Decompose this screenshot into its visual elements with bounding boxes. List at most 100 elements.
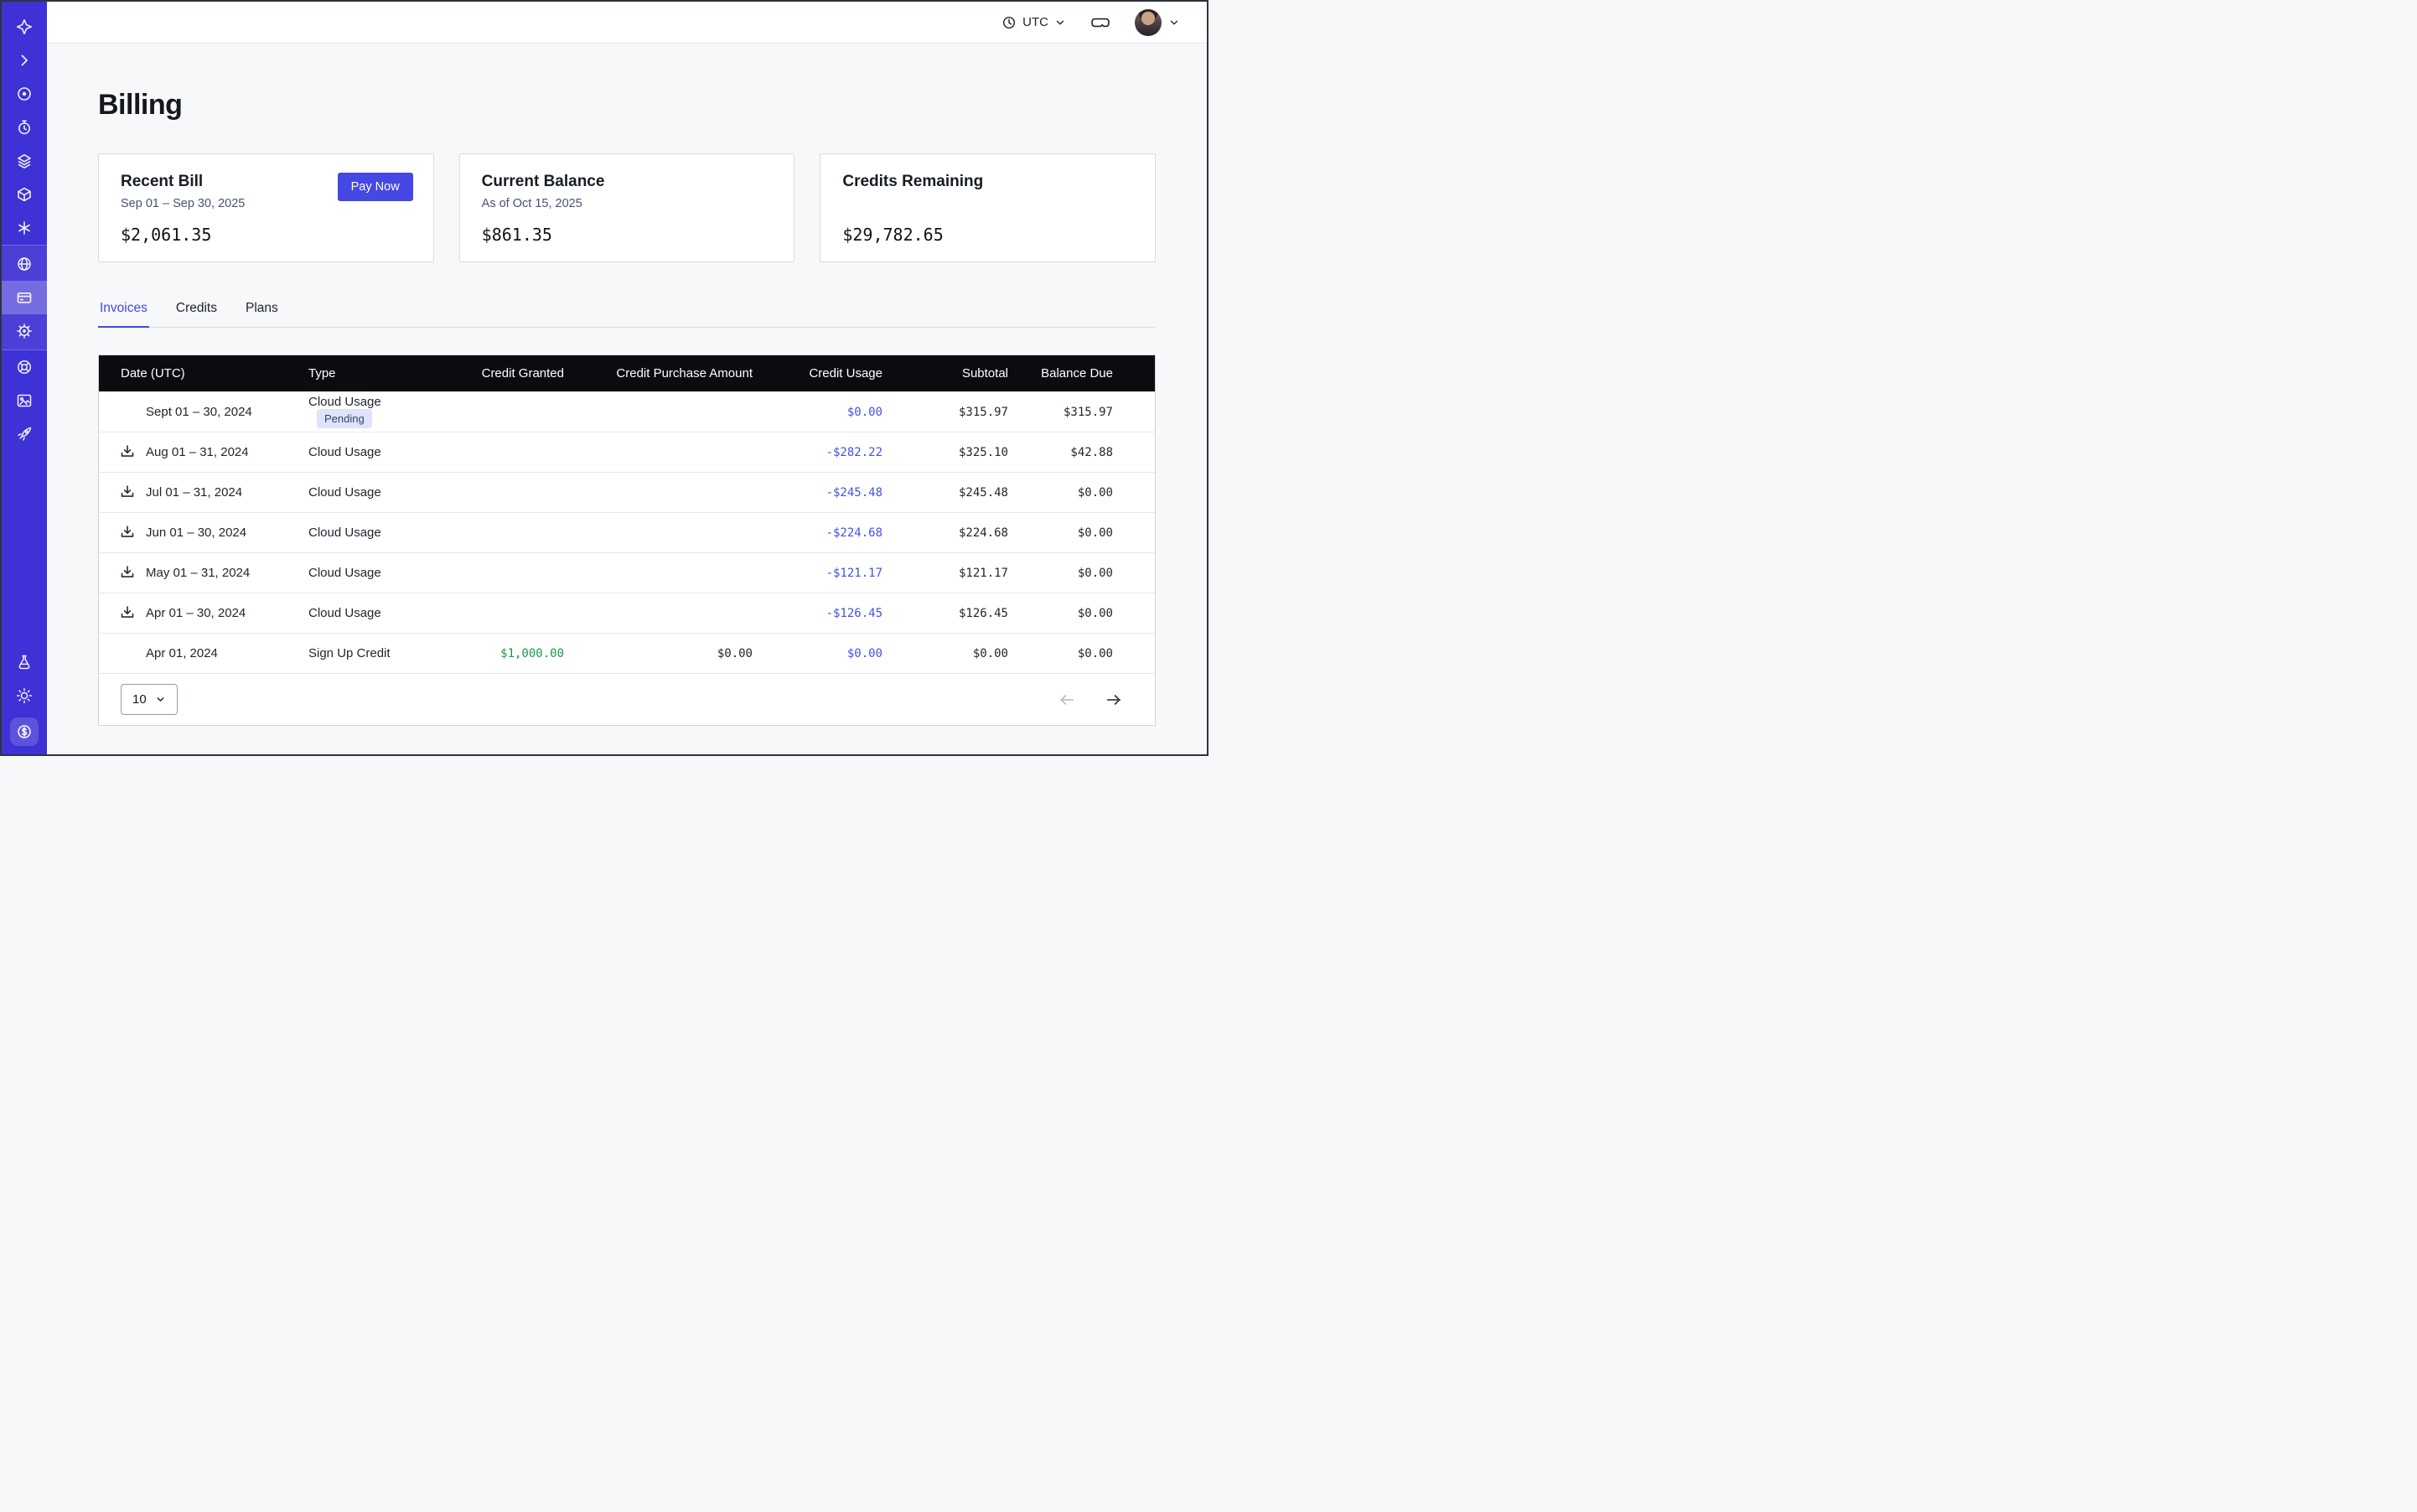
goggles-icon — [1091, 13, 1110, 32]
download-icon — [119, 484, 136, 500]
sidebar-spacer — [2, 451, 47, 645]
invoice-date: Apr 01, 2024 — [146, 646, 218, 660]
sidebar-item-launch[interactable] — [2, 417, 47, 451]
goggles-button[interactable] — [1091, 13, 1110, 32]
sidebar-item-globe[interactable] — [2, 247, 47, 281]
tab-credits[interactable]: Credits — [174, 296, 219, 328]
timezone-label: UTC — [1022, 15, 1048, 29]
column-header-type: Type — [308, 355, 434, 391]
subtotal-cell: $224.68 — [882, 512, 1008, 552]
invoice-date-cell: Apr 01, 2024 — [99, 633, 308, 673]
credit-usage-cell: $0.00 — [753, 633, 882, 673]
recent-bill-card: Recent Bill Sep 01 – Sep 30, 2025 $2,061… — [98, 153, 434, 262]
subtotal-cell: $0.00 — [882, 633, 1008, 673]
invoice-type: Cloud Usage — [308, 395, 381, 409]
sidebar-item-theme[interactable] — [2, 679, 47, 712]
sidebar-item-support[interactable] — [2, 350, 47, 384]
invoice-type-cell: Cloud Usage — [308, 552, 434, 593]
invoice-date: Jun 01 – 30, 2024 — [146, 526, 246, 540]
download-invoice-button[interactable] — [119, 484, 136, 500]
credit-usage-cell: $0.00 — [753, 391, 882, 432]
current-balance-amount: $861.35 — [482, 225, 773, 245]
flask-icon — [16, 654, 33, 671]
credit-granted-cell — [434, 391, 564, 432]
gear-icon — [16, 323, 33, 339]
invoice-row: Sept 01 – 30, 2024 Cloud UsagePending $0… — [99, 391, 1155, 432]
credit-granted-cell — [434, 432, 564, 472]
sidebar-expand-button[interactable] — [2, 44, 47, 77]
credits-remaining-card: Credits Remaining $29,782.65 — [820, 153, 1156, 262]
dollar-icon — [16, 723, 33, 740]
credit-granted-cell — [434, 512, 564, 552]
column-header-credit-granted: Credit Granted — [434, 355, 564, 391]
column-header-credit-purchase-amount: Credit Purchase Amount — [564, 355, 753, 391]
summary-cards: Recent Bill Sep 01 – Sep 30, 2025 $2,061… — [98, 153, 1156, 262]
content: Billing Recent Bill Sep 01 – Sep 30, 202… — [47, 44, 1207, 754]
credit-usage-cell: -$224.68 — [753, 512, 882, 552]
invoice-type-cell: Cloud Usage — [308, 472, 434, 512]
card-subtitle: As of Oct 15, 2025 — [482, 197, 773, 212]
invoice-type: Cloud Usage — [308, 526, 381, 540]
download-invoice-button[interactable] — [119, 443, 136, 460]
download-invoice-button[interactable] — [119, 564, 136, 581]
billing-tabs: Invoices Credits Plans — [98, 296, 1156, 328]
invoice-date-cell: Jul 01 – 31, 2024 — [99, 472, 308, 512]
credit-purchase-amount-cell — [564, 552, 753, 593]
prev-page-button[interactable] — [1058, 691, 1076, 709]
chevron-down-icon — [1168, 17, 1180, 28]
credit-usage-cell: -$121.17 — [753, 552, 882, 593]
balance-due-cell: $315.97 — [1008, 391, 1155, 432]
credit-granted-cell — [434, 472, 564, 512]
tab-plans[interactable]: Plans — [244, 296, 280, 328]
pagination-controls — [1058, 691, 1123, 709]
invoice-row: Aug 01 – 31, 2024 Cloud Usage -$282.22 $… — [99, 432, 1155, 472]
sidebar-item-labs[interactable] — [2, 645, 47, 679]
rocket-icon — [16, 426, 33, 443]
table-footer: 10 — [99, 673, 1155, 725]
target-icon — [16, 85, 33, 102]
chevron-down-icon — [1054, 17, 1066, 28]
invoice-date-cell: Apr 01 – 30, 2024 — [99, 593, 308, 633]
timezone-selector[interactable]: UTC — [996, 14, 1071, 31]
sidebar-item-currency[interactable] — [10, 717, 39, 746]
download-invoice-button[interactable] — [119, 604, 136, 621]
column-header-date: Date (UTC) — [99, 355, 308, 391]
app-logo-icon — [16, 18, 33, 35]
sidebar — [2, 2, 47, 754]
tab-invoices[interactable]: Invoices — [98, 296, 149, 328]
next-page-button[interactable] — [1105, 691, 1123, 709]
page-size-select[interactable]: 10 — [121, 684, 178, 715]
column-header-subtotal: Subtotal — [882, 355, 1008, 391]
pay-now-button[interactable]: Pay Now — [338, 173, 413, 201]
balance-due-cell: $0.00 — [1008, 633, 1155, 673]
sidebar-logo[interactable] — [2, 10, 47, 44]
sidebar-item-target[interactable] — [2, 77, 47, 111]
image-icon — [16, 392, 33, 409]
main-area: UTC Billing Recent Bill Sep 01 – Sep 30,… — [47, 2, 1207, 754]
current-balance-card: Current Balance As of Oct 15, 2025 $861.… — [459, 153, 795, 262]
download-invoice-button[interactable] — [119, 524, 136, 541]
recent-bill-amount: $2,061.35 — [121, 225, 411, 245]
topbar: UTC — [47, 2, 1207, 44]
sidebar-item-asterisk[interactable] — [2, 211, 47, 245]
balance-due-cell: $0.00 — [1008, 472, 1155, 512]
cube-icon — [16, 186, 33, 203]
user-menu[interactable] — [1130, 8, 1185, 37]
sidebar-item-billing[interactable] — [2, 281, 47, 314]
sidebar-item-media[interactable] — [2, 384, 47, 417]
invoice-date-cell: Sept 01 – 30, 2024 — [99, 391, 308, 432]
sidebar-item-timer[interactable] — [2, 111, 47, 144]
invoice-date: Jul 01 – 31, 2024 — [146, 485, 242, 500]
chevron-down-icon — [155, 694, 166, 705]
invoice-date-cell: Jun 01 – 30, 2024 — [99, 512, 308, 552]
sidebar-item-settings[interactable] — [2, 314, 47, 348]
invoice-date: Sept 01 – 30, 2024 — [146, 405, 252, 419]
sidebar-item-cube[interactable] — [2, 178, 47, 211]
column-header-credit-usage: Credit Usage — [753, 355, 882, 391]
invoice-row: Apr 01 – 30, 2024 Cloud Usage -$126.45 $… — [99, 593, 1155, 633]
balance-due-cell: $0.00 — [1008, 552, 1155, 593]
credit-purchase-amount-cell: $0.00 — [564, 633, 753, 673]
sidebar-account-group — [2, 246, 47, 350]
invoice-type-cell: Cloud Usage — [308, 432, 434, 472]
sidebar-item-layers[interactable] — [2, 144, 47, 178]
